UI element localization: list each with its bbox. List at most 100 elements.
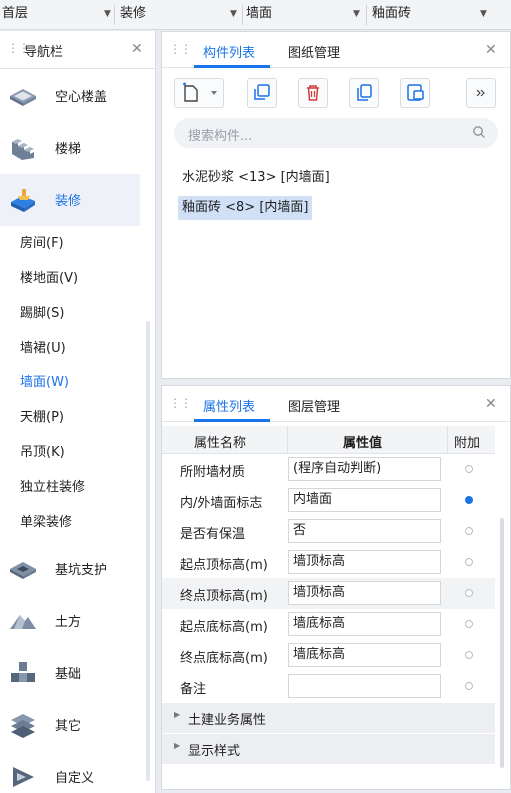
divider — [242, 5, 243, 25]
property-name: 起点顶标高(m) — [180, 558, 268, 573]
property-value-field[interactable]: 墙顶标高 — [288, 550, 441, 574]
floor-dropdown[interactable]: 首层 ▼ — [2, 0, 112, 30]
nav-sub-wall-surface[interactable]: 墙面(W) — [20, 372, 69, 394]
nav-sub-dado[interactable]: 墙裙(U) — [20, 338, 66, 360]
nav-item-custom[interactable]: 自定义 — [0, 751, 140, 793]
extra-radio[interactable] — [465, 589, 473, 597]
top-selector-bar: 首层 ▼ 装修 ▼ 墙面 ▼ 釉面砖 ▼ — [0, 0, 511, 30]
nav-item-foundation-pit[interactable]: 基坑支护 — [0, 543, 140, 595]
chevron-down-icon: ▼ — [480, 9, 487, 19]
component-panel-tabs: ⋮⋮ 构件列表 图纸管理 ✕ — [162, 32, 510, 68]
divider — [366, 5, 367, 25]
new-component-button[interactable] — [174, 78, 224, 108]
close-icon[interactable]: ✕ — [485, 42, 497, 58]
extra-radio[interactable] — [465, 651, 473, 659]
stair-icon — [12, 139, 34, 160]
nav-sub-suspended-ceiling[interactable]: 吊顶(K) — [20, 442, 65, 464]
nav-title: 导航栏 — [24, 45, 64, 60]
section-display-style[interactable]: ▶ 显示样式 — [162, 734, 495, 764]
double-chevron-right-icon — [476, 89, 485, 97]
tab-layer-management[interactable]: 图层管理 — [288, 396, 340, 415]
nav-sub-column-finish[interactable]: 独立柱装修 — [20, 477, 85, 499]
type-dropdown[interactable]: 装修 ▼ — [120, 0, 240, 30]
property-value-field[interactable]: 墙底标高 — [288, 612, 441, 636]
nav-sub-skirting[interactable]: 踢脚(S) — [20, 303, 64, 325]
type-dropdown-value: 装修 — [120, 6, 147, 21]
decoration-icon — [11, 189, 35, 212]
divider — [287, 426, 288, 454]
nav-item-other[interactable]: 其它 — [0, 699, 140, 751]
property-value-field[interactable]: 否 — [288, 519, 441, 543]
nav-sub-room[interactable]: 房间(F) — [20, 233, 64, 255]
property-row: 是否有保温 否 — [162, 516, 495, 547]
extra-radio[interactable] — [465, 682, 473, 690]
chevron-down-icon: ▼ — [230, 9, 237, 19]
nav-sub-ceiling[interactable]: 天棚(P) — [20, 407, 64, 429]
property-value-field[interactable]: (程序自动判断) — [288, 457, 441, 481]
divider — [447, 426, 448, 454]
extra-radio-checked[interactable] — [465, 496, 473, 504]
layer-copy-button[interactable] — [400, 78, 430, 108]
property-name: 终点底标高(m) — [180, 651, 268, 666]
nav-item-decoration[interactable]: 装修 — [0, 174, 140, 226]
close-icon[interactable]: ✕ — [485, 396, 497, 412]
foundation-icon — [11, 662, 35, 682]
custom-icon — [13, 767, 34, 787]
nav-item-earthwork[interactable]: 土方 — [0, 595, 140, 647]
component-list-item[interactable]: 水泥砂浆 <13> [内墙面] — [178, 166, 334, 190]
section-label: 土建业务属性 — [188, 713, 267, 728]
property-value-field[interactable]: 墙底标高 — [288, 643, 441, 667]
search-placeholder: 搜索构件... — [188, 129, 253, 144]
chevron-right-icon: ▶ — [174, 741, 181, 750]
property-panel-tabs: ⋮⋮ 属性列表 图层管理 ✕ — [162, 386, 510, 422]
component-search-input[interactable]: 搜索构件... — [174, 118, 498, 148]
extra-radio[interactable] — [465, 558, 473, 566]
nav-scrollbar[interactable] — [146, 321, 150, 781]
search-icon[interactable] — [472, 125, 486, 139]
property-value-field[interactable]: 墙顶标高 — [288, 581, 441, 605]
nav-item-hollow-slab[interactable]: 空心楼盖 — [0, 70, 140, 122]
property-row-hover: 终点顶标高(m) 墙顶标高 — [162, 578, 495, 609]
tab-drawing-management[interactable]: 图纸管理 — [288, 42, 340, 61]
more-tools-button[interactable] — [466, 78, 496, 108]
property-list-panel: ⋮⋮ 属性列表 图层管理 ✕ 属性名称 属性值 附加 所附墙材质 (程序自动判断… — [161, 385, 511, 790]
navigation-panel: ⋮⋮ 导航栏 ✕ 空心楼盖 楼梯 装修 房间(F) 楼地面(V) 踢脚(S) 墙… — [0, 31, 156, 793]
section-civil-properties[interactable]: ▶ 土建业务属性 — [162, 703, 495, 733]
trash-icon — [307, 85, 319, 101]
nav-item-label: 其它 — [55, 719, 82, 734]
component-dropdown[interactable]: 墙面 ▼ — [246, 0, 366, 30]
active-tab-indicator — [194, 65, 270, 68]
extra-radio[interactable] — [465, 465, 473, 473]
active-tab-indicator — [194, 419, 270, 422]
nav-sub-floor[interactable]: 楼地面(V) — [20, 268, 78, 290]
property-name: 所附墙材质 — [180, 465, 246, 480]
nav-item-stair[interactable]: 楼梯 — [0, 122, 140, 174]
nav-sub-beam-finish[interactable]: 单梁装修 — [20, 512, 72, 534]
tab-component-list[interactable]: 构件列表 — [203, 42, 255, 61]
duplicate-icon — [357, 84, 372, 101]
duplicate-to-floor-button[interactable] — [349, 78, 379, 108]
close-icon[interactable]: ✕ — [131, 41, 143, 57]
nav-item-foundation[interactable]: 基础 — [0, 647, 140, 699]
component-list-item-selected[interactable]: 釉面砖 <8> [内墙面] — [178, 196, 313, 220]
copy-component-button[interactable] — [247, 78, 277, 108]
chevron-right-icon: ▶ — [174, 710, 181, 719]
instance-dropdown[interactable]: 釉面砖 ▼ — [372, 0, 497, 30]
floor-dropdown-value: 首层 — [2, 6, 29, 21]
tab-property-list[interactable]: 属性列表 — [203, 396, 255, 415]
copy-icon — [254, 84, 270, 100]
delete-component-button[interactable] — [298, 78, 328, 108]
drag-handle-icon[interactable]: ⋮⋮ — [169, 396, 192, 410]
property-scrollbar[interactable] — [500, 518, 504, 768]
property-name: 终点顶标高(m) — [180, 589, 268, 604]
other-icon — [11, 714, 35, 738]
nav-header: ⋮⋮ 导航栏 ✕ — [0, 31, 156, 69]
extra-radio[interactable] — [465, 527, 473, 535]
property-value-field[interactable] — [288, 674, 441, 698]
hollow-slab-icon — [10, 89, 36, 106]
property-value-field[interactable]: 内墙面 — [288, 488, 441, 512]
drag-handle-icon[interactable]: ⋮⋮ — [169, 42, 192, 56]
property-row: 起点底标高(m) 墙底标高 — [162, 609, 495, 640]
nav-item-label: 基坑支护 — [55, 563, 108, 578]
extra-radio[interactable] — [465, 620, 473, 628]
